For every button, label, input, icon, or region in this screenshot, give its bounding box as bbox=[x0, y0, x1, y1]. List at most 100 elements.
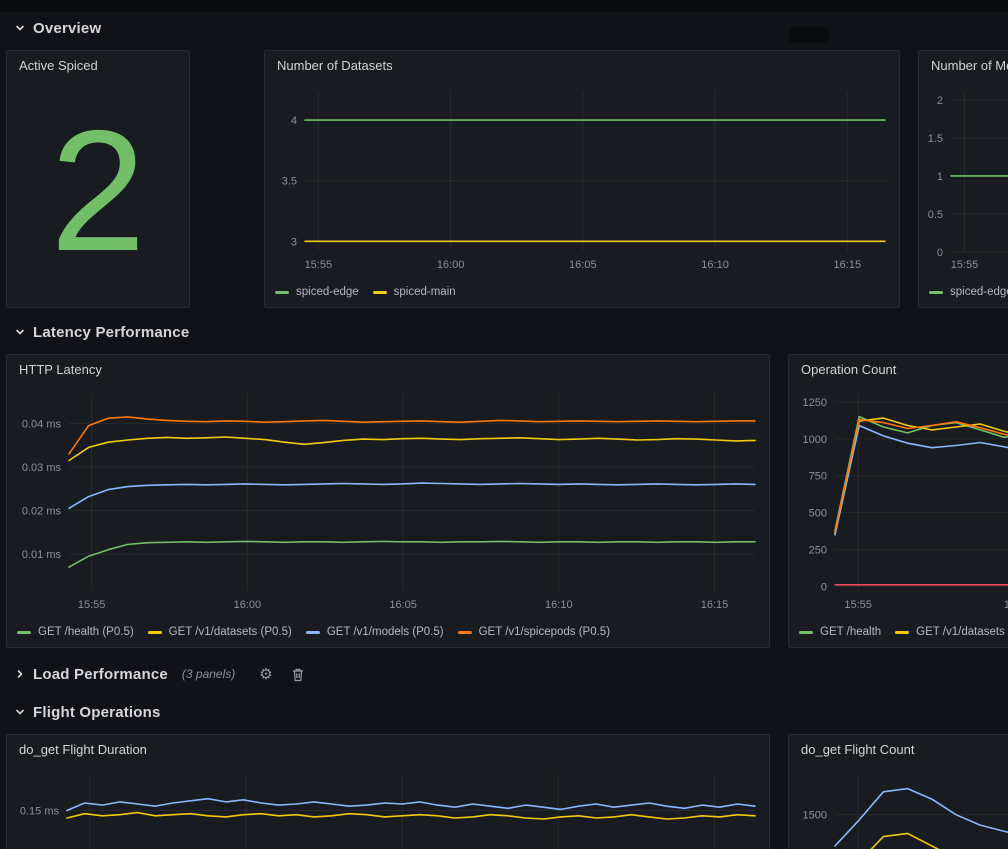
section-label-load: Load Performance bbox=[33, 666, 168, 683]
legend-swatch bbox=[458, 631, 472, 634]
y-tick-label: 1500 bbox=[803, 810, 827, 822]
legend-swatch bbox=[275, 291, 289, 294]
section-label-flight: Flight Operations bbox=[33, 704, 161, 721]
section-row-overview[interactable]: Overview bbox=[14, 15, 101, 41]
models-canvas: 15:5516:0016:0516:1016:1500.511.52 bbox=[919, 79, 1008, 277]
chart-http-latency[interactable]: 15:5516:0016:0516:1016:150.01 ms0.02 ms0… bbox=[7, 383, 769, 617]
x-tick-label: 16:00 bbox=[234, 599, 262, 611]
panel-title-operation-count[interactable]: Operation Count bbox=[789, 355, 1008, 383]
flight_duration-canvas: 15:5516:0016:0516:1016:150.05 ms0.10 ms0… bbox=[7, 763, 769, 849]
x-tick-label: 16:00 bbox=[1004, 599, 1008, 611]
panel-active-spiced: Active Spiced 2 bbox=[6, 50, 190, 308]
series-line bbox=[835, 417, 1008, 531]
legend-item-get-v1-datasets[interactable]: GET /v1/datasets bbox=[895, 626, 1005, 638]
y-tick-label: 1.5 bbox=[928, 133, 943, 145]
stat-value: 2 bbox=[7, 75, 189, 307]
y-tick-label: 1000 bbox=[803, 434, 827, 446]
chart-operation-count[interactable]: 15:5516:0016:0516:1016:15025050075010001… bbox=[789, 383, 1008, 617]
x-tick-label: 16:00 bbox=[437, 259, 465, 271]
legend-label: GET /health (P0.5) bbox=[38, 626, 134, 638]
legend-item-get-v1-models-p0-5[interactable]: GET /v1/models (P0.5) bbox=[306, 626, 444, 638]
legend-number-of-models: spiced-edge bbox=[929, 282, 1008, 302]
legend-item-get-health[interactable]: GET /health bbox=[799, 626, 881, 638]
legend-item-spiced-edge[interactable]: spiced-edge bbox=[275, 286, 359, 298]
series-line bbox=[69, 437, 755, 461]
series-line bbox=[69, 417, 755, 454]
panel-title-number-of-datasets[interactable]: Number of Datasets bbox=[265, 51, 899, 79]
panel-number-of-datasets: Number of Datasets 15:55 16:00 16:05 16:10 1… bbox=[264, 50, 900, 308]
x-tick-label: 15:55 bbox=[844, 599, 872, 611]
legend-item-spiced-main[interactable]: spiced-main bbox=[373, 286, 456, 298]
datasets-canvas: 15:5516:0016:0516:1016:1533.54 bbox=[265, 79, 899, 277]
top-bar bbox=[0, 0, 1008, 12]
chart-do-get-flight-count[interactable]: 15:5516:0016:0516:1016:15050010001500 bbox=[789, 763, 1008, 849]
gear-icon[interactable]: ⚙ bbox=[259, 667, 272, 682]
panel-title-do-get-flight-count[interactable]: do_get Flight Count bbox=[789, 735, 1008, 763]
chevron-right-icon bbox=[14, 668, 26, 680]
x-tick-label: 15:55 bbox=[78, 599, 106, 611]
legend-label: spiced-edge bbox=[296, 286, 359, 298]
y-tick-label: 250 bbox=[809, 545, 827, 557]
y-tick-label: 500 bbox=[809, 508, 827, 520]
panel-title-http-latency[interactable]: HTTP Latency bbox=[7, 355, 769, 383]
chevron-down-icon bbox=[14, 706, 26, 718]
trash-icon[interactable] bbox=[291, 667, 305, 682]
chevron-down-icon bbox=[14, 326, 26, 338]
x-tick-label: 16:15 bbox=[834, 259, 862, 271]
section-row-flight[interactable]: Flight Operations bbox=[14, 699, 161, 725]
panel-title-do-get-flight-duration[interactable]: do_get Flight Duration bbox=[7, 735, 769, 763]
y-tick-label: 1 bbox=[937, 171, 943, 183]
x-tick-label: 15:55 bbox=[951, 259, 979, 271]
x-tick-label: 16:05 bbox=[389, 599, 417, 611]
legend-label: GET /v1/datasets (P0.5) bbox=[169, 626, 292, 638]
chart-number-of-models[interactable]: 15:5516:0016:0516:1016:1500.511.52 bbox=[919, 79, 1008, 277]
series-line bbox=[69, 483, 755, 508]
legend-swatch bbox=[799, 631, 813, 634]
series-line bbox=[835, 833, 1008, 849]
section-label-latency: Latency Performance bbox=[33, 324, 189, 341]
y-tick-label: 0.5 bbox=[928, 209, 943, 221]
panel-operation-count: Operation Count 15:5516:0016:0516:1016:1… bbox=[788, 354, 1008, 648]
x-tick-label: 16:10 bbox=[545, 599, 573, 611]
panel-do-get-flight-duration: do_get Flight Duration 15:5516:0016:0516… bbox=[6, 734, 770, 849]
panel-number-of-models: Number of Models 15:5516:0016:0516:1016:… bbox=[918, 50, 1008, 308]
panel-title-number-of-models[interactable]: Number of Models bbox=[919, 51, 1008, 79]
y-tick-label: 0 bbox=[821, 582, 827, 594]
y-tick-label: 0.15 ms bbox=[20, 805, 60, 817]
y-tick-label: 0.02 ms bbox=[22, 505, 62, 517]
chart-number-of-datasets[interactable]: 15:5516:0016:0516:1016:1533.54 bbox=[265, 79, 899, 277]
section-row-load[interactable]: Load Performance (3 panels) ⚙ bbox=[14, 661, 305, 687]
x-tick-label: 16:05 bbox=[569, 259, 597, 271]
y-tick-label: 0.03 ms bbox=[22, 462, 62, 474]
panel-do-get-flight-count: do_get Flight Count 15:5516:0016:0516:10… bbox=[788, 734, 1008, 849]
y-tick-label: 0 bbox=[937, 247, 943, 259]
y-tick-label: 0.01 ms bbox=[22, 549, 62, 561]
legend-label: GET /health bbox=[820, 626, 881, 638]
x-tick-label: 16:10 bbox=[701, 259, 729, 271]
legend-item-get-v1-datasets-p0-5[interactable]: GET /v1/datasets (P0.5) bbox=[148, 626, 292, 638]
y-tick-label: 3.5 bbox=[282, 176, 297, 188]
http_latency-canvas: 15:5516:0016:0516:1016:150.01 ms0.02 ms0… bbox=[7, 383, 769, 617]
legend-swatch bbox=[17, 631, 31, 634]
chevron-down-icon bbox=[14, 22, 26, 34]
chart-do-get-flight-duration[interactable]: 15:5516:0016:0516:1016:150.05 ms0.10 ms0… bbox=[7, 763, 769, 849]
grafana-dashboard: Overview Active Spiced 2 Number of Datas… bbox=[0, 0, 1008, 849]
legend-item-spiced-edge[interactable]: spiced-edge bbox=[929, 286, 1008, 298]
legend-label: GET /v1/spicepods (P0.5) bbox=[479, 626, 610, 638]
series-line bbox=[835, 789, 1008, 846]
legend-item-get-v1-spicepods-p0-5[interactable]: GET /v1/spicepods (P0.5) bbox=[458, 626, 610, 638]
legend-number-of-datasets: spiced-edge spiced-main bbox=[275, 282, 899, 302]
section-row-latency[interactable]: Latency Performance bbox=[14, 319, 189, 345]
x-tick-label: 15:55 bbox=[305, 259, 333, 271]
legend-swatch bbox=[148, 631, 162, 634]
y-tick-label: 2 bbox=[937, 95, 943, 107]
y-tick-label: 750 bbox=[809, 471, 827, 483]
series-line bbox=[67, 813, 755, 819]
legend-swatch bbox=[373, 291, 387, 294]
legend-item-get-health-p0-5[interactable]: GET /health (P0.5) bbox=[17, 626, 134, 638]
y-tick-label: 0.04 ms bbox=[22, 418, 62, 430]
flight_count-canvas: 15:5516:0016:0516:1016:15050010001500 bbox=[789, 763, 1008, 849]
op_count-canvas: 15:5516:0016:0516:1016:15025050075010001… bbox=[789, 383, 1008, 617]
legend-label: GET /v1/datasets bbox=[916, 626, 1005, 638]
y-tick-label: 1250 bbox=[803, 397, 827, 409]
